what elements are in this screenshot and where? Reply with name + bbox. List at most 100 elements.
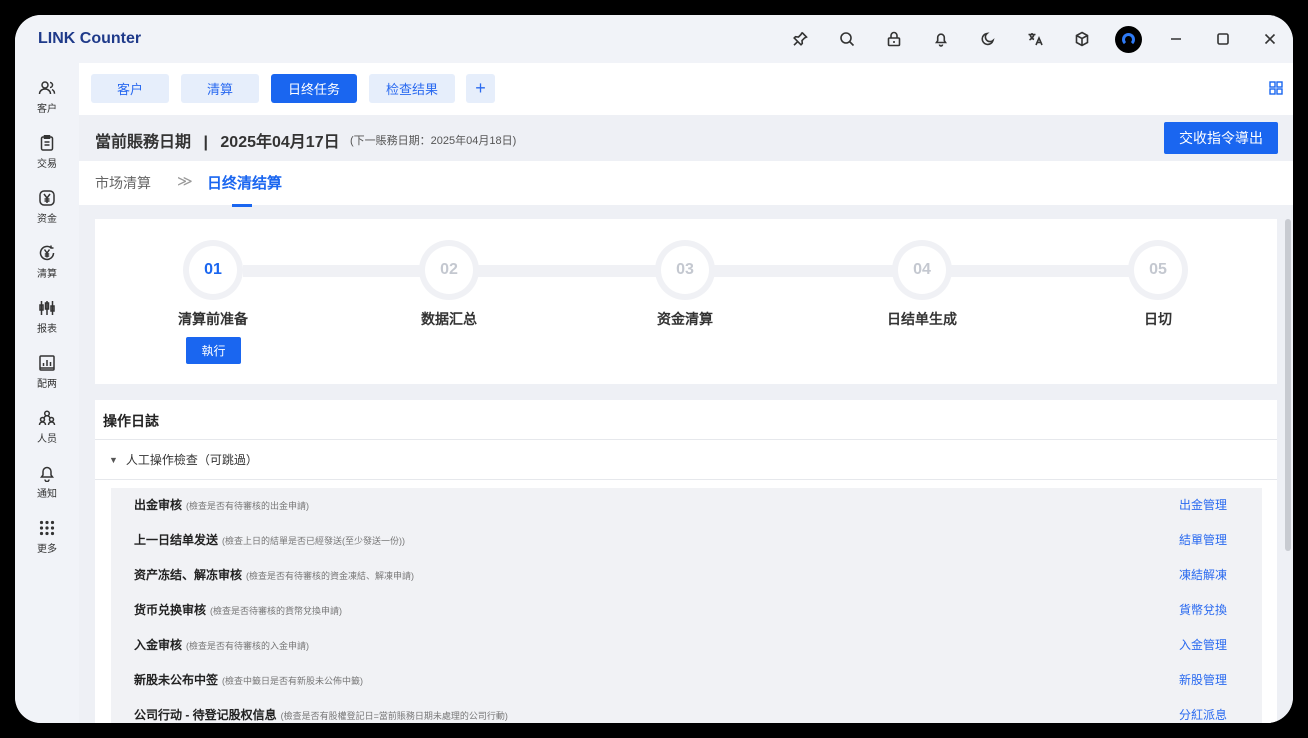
sidebar-item-funds[interactable]: 资金 xyxy=(15,189,79,239)
caret-down-icon: ▼ xyxy=(109,455,118,465)
check-note: (檢查上日的結單是否已經發送(至少發送一份)) xyxy=(222,536,406,546)
cube-icon[interactable] xyxy=(1058,15,1105,63)
date-value: 2025年04月17日 xyxy=(220,134,340,151)
breadcrumb-current[interactable]: 日终清结算 xyxy=(207,172,282,193)
check-link[interactable]: 分紅派息 xyxy=(1179,706,1227,723)
breadcrumb-parent[interactable]: 市场清算 xyxy=(95,173,151,193)
avatar[interactable] xyxy=(1115,25,1142,53)
log-group-label: 人工操作檢查（可跳過） xyxy=(125,453,258,467)
check-link[interactable]: 出金管理 xyxy=(1179,496,1227,513)
people-icon xyxy=(38,409,56,427)
yen-refresh-icon xyxy=(38,244,56,262)
minimize-icon[interactable] xyxy=(1152,15,1199,63)
sidebar-item-label: 客户 xyxy=(37,104,57,115)
check-name: 资产冻结、解冻审核 (檢查是否有待審核的資金凍結、解凍申請) xyxy=(134,568,415,582)
dots-grid-icon xyxy=(38,519,56,537)
sidebar: 客户 交易 资金 清算 报表 配两 人员 通知 更多 xyxy=(15,63,79,723)
step-1-label: 清算前准备 xyxy=(178,311,248,327)
step-4-circle: 04 xyxy=(892,240,952,300)
step-5-label: 日切 xyxy=(1144,311,1172,327)
next-accounting-date: (下一賬務日期：2025年04月18日) xyxy=(350,135,517,147)
main-content: 客户 清算 日终任务 检查结果 + 當前賬務日期 | 2025年04月17日 (… xyxy=(79,63,1293,723)
sidebar-item-label: 清算 xyxy=(37,269,57,280)
title-bar: LINK Counter xyxy=(15,15,1293,63)
tab-check-results[interactable]: 检查结果 xyxy=(369,74,455,103)
step-number: 02 xyxy=(425,246,473,294)
step-2-label: 数据汇总 xyxy=(421,311,477,327)
list-item: 出金审核 (檢查是否有待審核的出金申請) 出金管理 xyxy=(111,488,1262,523)
lock-icon[interactable] xyxy=(870,15,917,63)
search-icon[interactable] xyxy=(823,15,870,63)
close-icon[interactable] xyxy=(1246,15,1293,63)
bell-icon[interactable] xyxy=(917,15,964,63)
vertical-scrollbar[interactable] xyxy=(1285,219,1291,551)
sidebar-item-label: 通知 xyxy=(37,489,57,500)
add-tab-button[interactable]: + xyxy=(466,74,495,103)
sidebar-item-label: 交易 xyxy=(37,159,57,170)
app-title: LINK Counter xyxy=(38,30,142,47)
check-link[interactable]: 凍結解凍 xyxy=(1179,566,1227,583)
step-3-label: 资金清算 xyxy=(657,311,713,327)
grid-view-icon[interactable] xyxy=(1269,81,1283,95)
step-number: 05 xyxy=(1134,246,1182,294)
tab-customers[interactable]: 客户 xyxy=(91,74,169,103)
moon-icon[interactable] xyxy=(964,15,1011,63)
check-note: (檢查是否有股權登記日=當前賬務日期未處理的公司行動) xyxy=(280,711,508,721)
sidebar-item-staff[interactable]: 人员 xyxy=(15,409,79,459)
check-link[interactable]: 貨幣兌換 xyxy=(1179,601,1227,618)
step-number: 03 xyxy=(661,246,709,294)
check-note: (檢查是否有待審核的出金申請) xyxy=(186,501,310,511)
accounting-date-bar: 當前賬務日期 | 2025年04月17日 (下一賬務日期：2025年04月18日… xyxy=(79,115,1293,161)
check-name: 出金审核 (檢查是否有待審核的出金申請) xyxy=(134,498,310,512)
app-window: LINK Counter 客户 交易 资金 清算 报表 配两 人员 通知 更多 … xyxy=(15,15,1293,723)
tab-eod-tasks[interactable]: 日终任务 xyxy=(271,74,357,103)
sidebar-item-customers[interactable]: 客户 xyxy=(15,79,79,129)
sidebar-item-more[interactable]: 更多 xyxy=(15,519,79,569)
sidebar-item-label: 资金 xyxy=(37,214,57,225)
check-link[interactable]: 結單管理 xyxy=(1179,531,1227,548)
step-4-label: 日结单生成 xyxy=(887,311,957,327)
step-number: 04 xyxy=(898,246,946,294)
users-icon xyxy=(38,79,56,97)
check-link[interactable]: 入金管理 xyxy=(1179,636,1227,653)
check-name: 上一日结单发送 (檢查上日的結單是否已經發送(至少發送一份)) xyxy=(134,533,406,547)
list-item: 上一日结单发送 (檢查上日的結單是否已經發送(至少發送一份)) 結單管理 xyxy=(111,523,1262,558)
check-note: (檢查是否待審核的貨幣兌換申請) xyxy=(210,606,343,616)
maximize-icon[interactable] xyxy=(1199,15,1246,63)
sidebar-item-label: 更多 xyxy=(37,544,57,555)
current-accounting-date: 當前賬務日期 | 2025年04月17日 xyxy=(95,128,340,152)
yen-icon xyxy=(38,189,56,207)
list-item: 新股未公布中签 (檢查中籤日是否有新股未公佈中籤) 新股管理 xyxy=(111,663,1262,698)
check-link[interactable]: 新股管理 xyxy=(1179,671,1227,688)
date-label: 當前賬務日期 xyxy=(95,134,192,151)
sidebar-item-trade[interactable]: 交易 xyxy=(15,134,79,184)
translate-icon[interactable] xyxy=(1011,15,1058,63)
log-group-toggle[interactable]: ▼ 人工操作檢查（可跳過） xyxy=(109,451,258,468)
list-item: 货币兑换审核 (檢查是否待審核的貨幣兌換申請) 貨幣兌換 xyxy=(111,593,1262,628)
check-name: 入金审核 (檢查是否有待審核的入金申請) xyxy=(134,638,310,652)
execute-button[interactable]: 執行 xyxy=(186,337,241,364)
check-note: (檢查中籤日是否有新股未公佈中籤) xyxy=(222,676,364,686)
date-separator: | xyxy=(203,134,208,151)
sidebar-item-notifications[interactable]: 通知 xyxy=(15,464,79,514)
check-name: 货币兑换审核 (檢查是否待審核的貨幣兌換申請) xyxy=(134,603,343,617)
bar-chart-icon xyxy=(38,354,56,372)
clipboard-icon xyxy=(38,134,56,152)
titlebar-actions xyxy=(776,15,1293,63)
pin-icon[interactable] xyxy=(776,15,823,63)
breadcrumb-active-indicator xyxy=(232,204,252,207)
sidebar-item-config[interactable]: 配两 xyxy=(15,354,79,404)
sidebar-item-label: 配两 xyxy=(37,379,57,390)
sidebar-item-clearing[interactable]: 清算 xyxy=(15,244,79,294)
candlestick-icon xyxy=(38,299,56,317)
list-item: 资产冻结、解冻审核 (檢查是否有待審核的資金凍結、解凍申請) 凍結解凍 xyxy=(111,558,1262,593)
check-name: 公司行动 - 待登记股权信息 (檢查是否有股權登記日=當前賬務日期未處理的公司行動… xyxy=(134,708,508,722)
sidebar-item-reports[interactable]: 报表 xyxy=(15,299,79,349)
divider xyxy=(95,439,1277,440)
bell-icon xyxy=(38,464,56,483)
check-note: (檢查是否有待審核的資金凍結、解凍申請) xyxy=(246,571,415,581)
tab-clearing[interactable]: 清算 xyxy=(181,74,259,103)
tab-bar: 客户 清算 日终任务 检查结果 + xyxy=(79,63,1293,115)
export-settlement-button[interactable]: 交收指令導出 xyxy=(1164,122,1278,154)
list-item: 入金审核 (檢查是否有待審核的入金申請) 入金管理 xyxy=(111,628,1262,663)
